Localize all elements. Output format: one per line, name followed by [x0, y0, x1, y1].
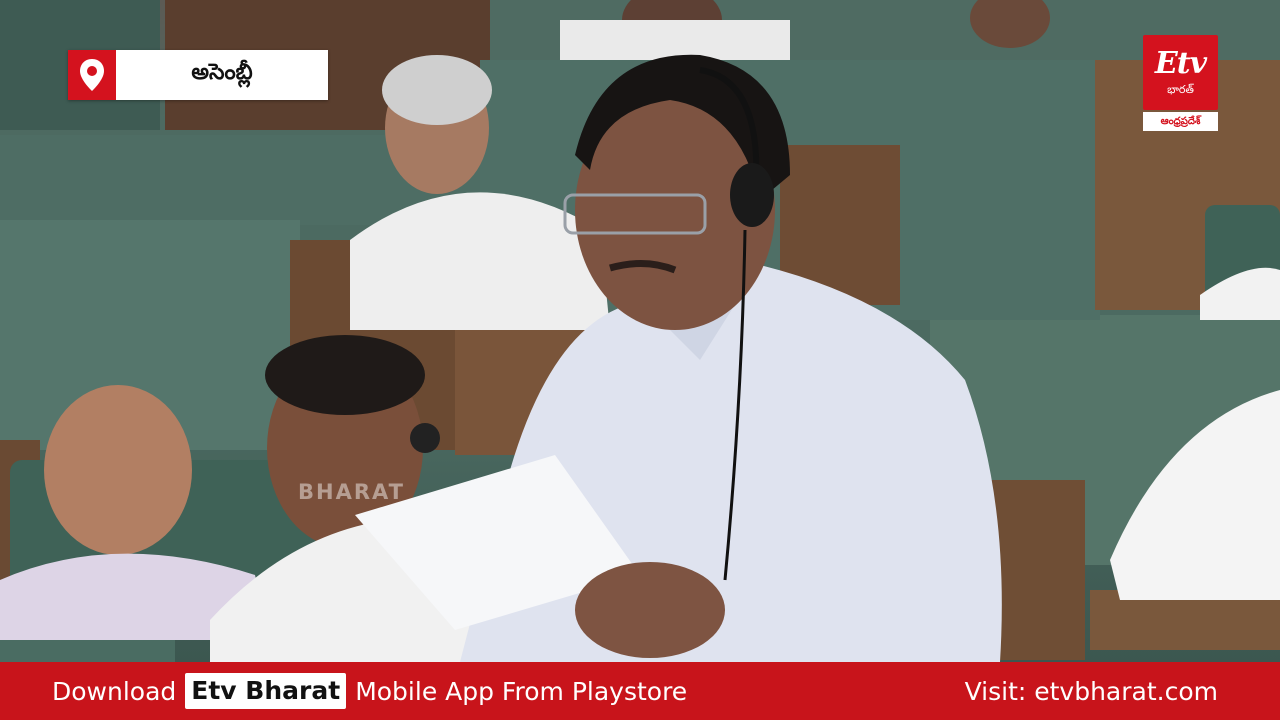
- etv-logo-mark: Etv: [1154, 45, 1207, 81]
- download-word: Download: [52, 676, 177, 706]
- download-promo: Download Etv Bharat Mobile App From Play…: [52, 673, 687, 709]
- bottom-banner: Download Etv Bharat Mobile App From Play…: [0, 662, 1280, 720]
- channel-logo: Etv భారత్ ఆంధ్రప్రదేశ్: [1143, 35, 1218, 131]
- logo-subtitle: భారత్: [1167, 82, 1194, 96]
- visit-website: Visit: etvbharat.com: [964, 676, 1218, 706]
- logo-region: ఆంధ్రప్రదేశ్: [1143, 112, 1218, 131]
- etv-logo-box: Etv భారత్: [1143, 35, 1218, 110]
- etv-bharat-watermark: BHARAT: [298, 480, 405, 504]
- location-label: అసెంబ్లీ: [116, 50, 328, 100]
- promo-rest: Mobile App From Playstore: [355, 676, 688, 706]
- location-tag: అసెంబ్లీ: [68, 50, 328, 100]
- brand-pill: Etv Bharat: [185, 673, 347, 709]
- map-pin-icon: [68, 50, 116, 100]
